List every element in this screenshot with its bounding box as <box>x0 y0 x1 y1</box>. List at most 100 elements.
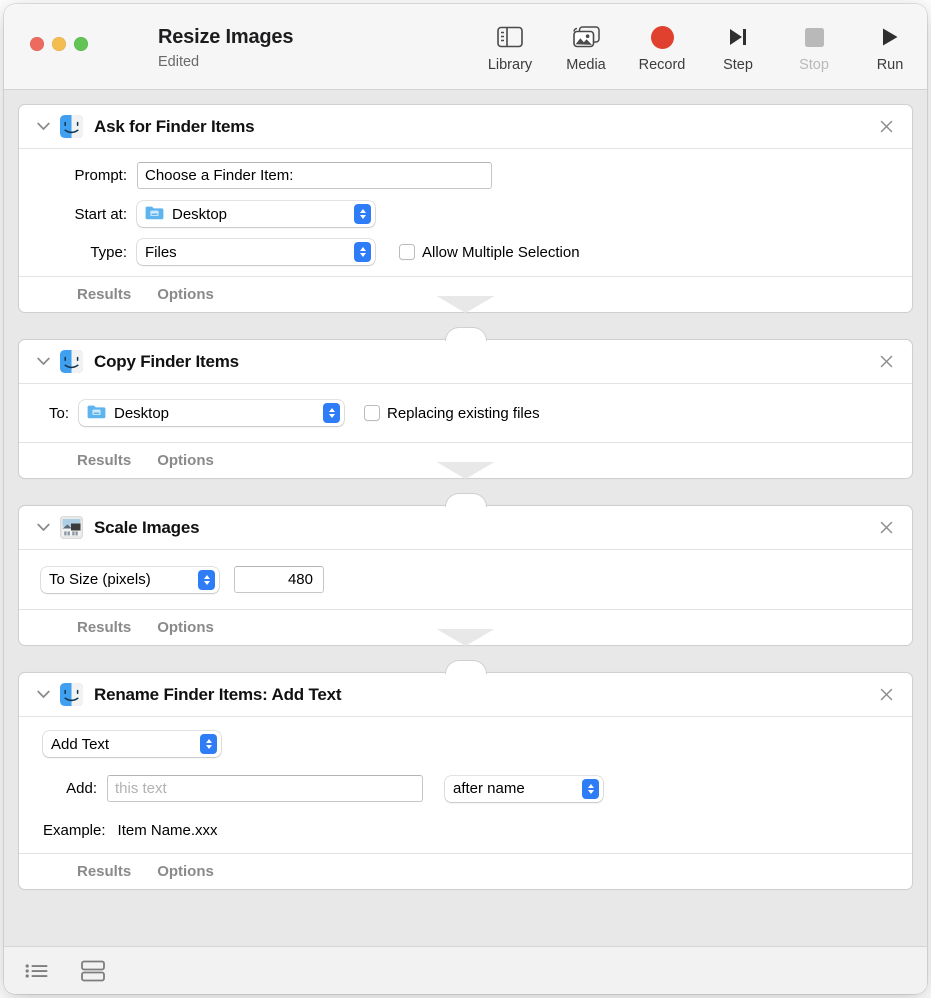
action-header: Scale Images <box>19 506 912 550</box>
allow-multiple-selection-label: Allow Multiple Selection <box>422 244 580 261</box>
prompt-input[interactable]: Choose a Finder Item: <box>137 162 492 189</box>
tab-results[interactable]: Results <box>77 863 131 880</box>
rename-mode-select[interactable]: Add Text <box>43 731 221 757</box>
to-select[interactable]: Desktop <box>79 400 344 426</box>
stacked-panes-icon <box>80 960 106 982</box>
chevron-updown-icon <box>354 204 371 224</box>
scale-mode-select[interactable]: To Size (pixels) <box>41 567 219 593</box>
step-forward-icon <box>727 20 749 54</box>
toolbar-label-run: Run <box>877 57 904 73</box>
media-photos-icon <box>573 20 600 54</box>
toolbar-button-step[interactable]: Step <box>700 20 776 73</box>
add-text-input[interactable]: this text <box>107 775 423 802</box>
run-play-icon <box>880 20 900 54</box>
example-row: Example: Item Name.xxx <box>43 822 896 839</box>
start-at-select[interactable]: Desktop <box>137 201 375 227</box>
list-bullets-icon <box>25 962 50 980</box>
action-title: Rename Finder Items: Add Text <box>94 685 341 705</box>
minimize-window-button[interactable] <box>52 37 66 51</box>
traffic-lights <box>30 37 88 51</box>
action-body: Prompt: Choose a Finder Item: Start at: <box>19 149 912 276</box>
tab-options[interactable]: Options <box>157 452 214 469</box>
zoom-window-button[interactable] <box>74 37 88 51</box>
tab-results[interactable]: Results <box>77 619 131 636</box>
toolbar-label-library: Library <box>488 57 532 73</box>
action-footer: Results Options <box>19 853 912 889</box>
to-label: To: <box>35 405 69 422</box>
type-row: Type: Files Allow Multiple Selection <box>35 239 896 265</box>
bottom-bar <box>4 946 927 994</box>
list-view-button[interactable] <box>20 958 54 984</box>
close-icon[interactable] <box>876 352 896 372</box>
scale-mode-value: To Size (pixels) <box>49 571 151 588</box>
close-icon[interactable] <box>876 117 896 137</box>
tab-results[interactable]: Results <box>77 452 131 469</box>
type-label: Type: <box>35 244 127 261</box>
add-label: Add: <box>43 780 97 797</box>
toolbar-label-record: Record <box>639 57 686 73</box>
chevron-updown-icon <box>354 242 371 262</box>
workflow-canvas: Ask for Finder Items Prompt: Choose a Fi… <box>4 90 927 946</box>
replacing-existing-files-label: Replacing existing files <box>387 405 540 422</box>
title-bar: Resize Images Edited Library <box>4 4 927 90</box>
action-header: Ask for Finder Items <box>19 105 912 149</box>
automator-window: Resize Images Edited Library <box>4 4 927 994</box>
checkbox-box <box>399 244 415 260</box>
to-value: Desktop <box>114 405 169 422</box>
toolbar: Library Media Record <box>472 20 927 73</box>
prompt-row: Prompt: Choose a Finder Item: <box>35 162 896 189</box>
tab-results[interactable]: Results <box>77 286 131 303</box>
action-footer: Results Options <box>19 276 912 312</box>
toolbar-button-library[interactable]: Library <box>472 20 548 73</box>
tab-options[interactable]: Options <box>157 619 214 636</box>
connector-bump <box>445 660 487 674</box>
split-view-button[interactable] <box>76 958 110 984</box>
action-card-scale-images[interactable]: Scale Images To Size (pixels) 480 <box>18 505 913 646</box>
toolbar-button-stop: Stop <box>776 20 852 73</box>
action-title: Copy Finder Items <box>94 352 239 372</box>
action-body: To Size (pixels) 480 <box>19 550 912 609</box>
action-footer: Results Options <box>19 609 912 645</box>
start-at-value: Desktop <box>172 206 227 223</box>
chevron-updown-icon <box>198 570 215 590</box>
toolbar-button-record[interactable]: Record <box>624 20 700 73</box>
stop-square-icon <box>805 20 824 54</box>
tab-options[interactable]: Options <box>157 286 214 303</box>
chevron-down-icon[interactable] <box>35 354 51 370</box>
action-footer: Results Options <box>19 442 912 478</box>
folder-icon <box>145 205 164 224</box>
connector-bump <box>445 327 487 341</box>
record-circle-icon <box>651 20 674 54</box>
toolbar-button-media[interactable]: Media <box>548 20 624 73</box>
close-window-button[interactable] <box>30 37 44 51</box>
close-icon[interactable] <box>876 518 896 538</box>
chevron-down-icon[interactable] <box>35 119 51 135</box>
finder-face-icon <box>60 115 83 138</box>
action-card-copy-finder-items[interactable]: Copy Finder Items To: <box>18 339 913 479</box>
scale-images-photo-icon <box>60 516 83 539</box>
chevron-down-icon[interactable] <box>35 520 51 536</box>
type-select[interactable]: Files <box>137 239 375 265</box>
action-card-rename-finder-items[interactable]: Rename Finder Items: Add Text Add Text A… <box>18 672 913 890</box>
add-text-row: Add: this text after name <box>43 775 896 802</box>
close-icon[interactable] <box>876 685 896 705</box>
example-value: Item Name.xxx <box>118 822 218 839</box>
allow-multiple-selection-checkbox[interactable]: Allow Multiple Selection <box>399 244 580 261</box>
tab-options[interactable]: Options <box>157 863 214 880</box>
prompt-label: Prompt: <box>35 167 127 184</box>
action-header: Copy Finder Items <box>19 340 912 384</box>
add-position-select[interactable]: after name <box>445 776 603 802</box>
connector-bump <box>445 493 487 507</box>
action-header: Rename Finder Items: Add Text <box>19 673 912 717</box>
chevron-updown-icon <box>323 403 340 423</box>
scale-size-input[interactable]: 480 <box>234 566 324 593</box>
action-card-ask-for-finder-items[interactable]: Ask for Finder Items Prompt: Choose a Fi… <box>18 104 913 313</box>
start-at-row: Start at: Desktop <box>35 201 896 227</box>
chevron-updown-icon <box>582 779 599 799</box>
library-sidebar-icon <box>497 20 523 54</box>
example-label: Example: <box>43 822 106 839</box>
toolbar-button-run[interactable]: Run <box>852 20 927 73</box>
checkbox-box <box>364 405 380 421</box>
replacing-existing-files-checkbox[interactable]: Replacing existing files <box>364 405 540 422</box>
chevron-down-icon[interactable] <box>35 687 51 703</box>
